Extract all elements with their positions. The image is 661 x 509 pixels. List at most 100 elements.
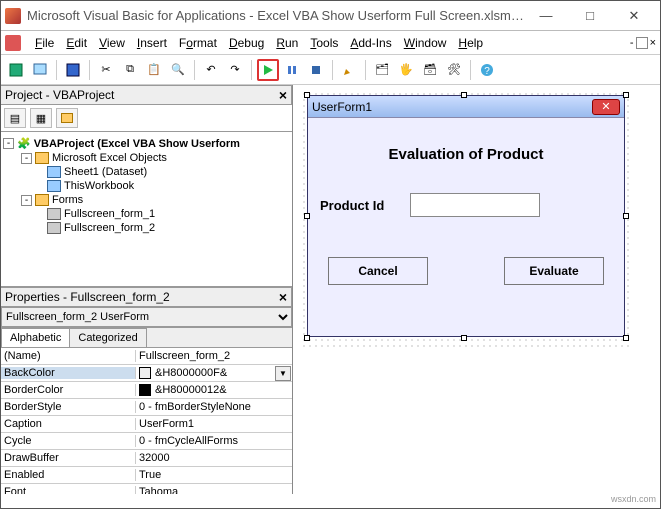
- menu-insert[interactable]: Insert: [131, 34, 173, 52]
- app-icon: [5, 8, 21, 24]
- mdi-restore-icon[interactable]: [636, 37, 648, 49]
- menu-help[interactable]: Help: [452, 34, 489, 52]
- selection-handle[interactable]: [623, 213, 629, 219]
- find-icon[interactable]: 🔍: [167, 59, 189, 81]
- system-menu-icon[interactable]: [5, 35, 21, 51]
- object-browser-icon[interactable]: 🗃: [419, 59, 441, 81]
- selection-handle[interactable]: [461, 335, 467, 341]
- project-panel-header: Project - VBAProject ×: [1, 85, 292, 105]
- maximize-button[interactable]: □: [568, 2, 612, 30]
- tree-form1[interactable]: Fullscreen_form_1: [64, 208, 155, 220]
- tree-form2[interactable]: Fullscreen_form_2: [64, 222, 155, 234]
- selection-handle[interactable]: [623, 92, 629, 98]
- prop-drawbuffer-key: DrawBuffer: [1, 452, 136, 464]
- prop-drawbuffer-val[interactable]: 32000: [136, 452, 292, 464]
- object-selector[interactable]: Fullscreen_form_2 UserForm: [1, 307, 292, 327]
- menu-file[interactable]: File: [29, 34, 60, 52]
- menu-addins[interactable]: Add-Ins: [344, 34, 397, 52]
- watermark: wsxdn.com: [1, 494, 660, 508]
- undo-icon[interactable]: ↶: [200, 59, 222, 81]
- selection-handle[interactable]: [304, 213, 310, 219]
- tab-alphabetic[interactable]: Alphabetic: [1, 328, 70, 347]
- toggle-folders-icon[interactable]: [56, 108, 78, 128]
- userform-close-icon[interactable]: ✕: [592, 99, 620, 115]
- insert-userform-icon[interactable]: [29, 59, 51, 81]
- view-object-icon[interactable]: ▦: [30, 108, 52, 128]
- form-designer[interactable]: UserForm1 ✕ Evaluation of Product Produc…: [293, 85, 660, 494]
- mdi-minimize-icon[interactable]: -: [630, 37, 634, 49]
- menu-run[interactable]: Run: [270, 34, 304, 52]
- copy-icon[interactable]: ⧉: [119, 59, 141, 81]
- toolbar: ✂ ⧉ 📋 🔍 ↶ ↷ 🗂 🖐 🗃 🛠 ?: [1, 55, 660, 85]
- cancel-button[interactable]: Cancel: [328, 257, 428, 285]
- prop-cycle-key: Cycle: [1, 435, 136, 447]
- selection-handle[interactable]: [304, 92, 310, 98]
- cut-icon[interactable]: ✂: [95, 59, 117, 81]
- project-panel-title: Project - VBAProject: [5, 88, 114, 102]
- userform[interactable]: UserForm1 ✕ Evaluation of Product Produc…: [307, 95, 625, 337]
- view-code-icon[interactable]: ▤: [4, 108, 26, 128]
- mdi-close-icon[interactable]: ×: [650, 37, 656, 49]
- svg-text:?: ?: [484, 66, 490, 77]
- menu-view[interactable]: View: [93, 34, 131, 52]
- titlebar: Microsoft Visual Basic for Applications …: [1, 1, 660, 31]
- tree-excel-objects[interactable]: Microsoft Excel Objects: [52, 152, 167, 164]
- project-panel-close-icon[interactable]: ×: [279, 87, 287, 103]
- tab-categorized[interactable]: Categorized: [69, 328, 146, 347]
- design-mode-icon[interactable]: [338, 59, 360, 81]
- prop-borderstyle-val[interactable]: 0 - fmBorderStyleNone: [136, 401, 292, 413]
- prop-enabled-val[interactable]: True: [136, 469, 292, 481]
- prop-bordercolor-val[interactable]: &H80000012&: [136, 384, 292, 396]
- evaluate-button[interactable]: Evaluate: [504, 257, 604, 285]
- view-excel-icon[interactable]: [5, 59, 27, 81]
- minimize-button[interactable]: —: [524, 2, 568, 30]
- prop-font-key: Font: [1, 486, 136, 494]
- project-explorer-icon[interactable]: 🗂: [371, 59, 393, 81]
- properties-panel-header: Properties - Fullscreen_form_2 ×: [1, 287, 292, 307]
- menu-tools[interactable]: Tools: [304, 34, 344, 52]
- prop-name-val[interactable]: Fullscreen_form_2: [136, 350, 292, 362]
- selection-handle[interactable]: [304, 335, 310, 341]
- toolbox-icon[interactable]: 🛠: [443, 59, 465, 81]
- prop-caption-val[interactable]: UserForm1: [136, 418, 292, 430]
- menu-debug[interactable]: Debug: [223, 34, 270, 52]
- selection-handle[interactable]: [461, 92, 467, 98]
- prop-backcolor-key: BackColor: [1, 367, 136, 379]
- save-icon[interactable]: [62, 59, 84, 81]
- prop-caption-key: Caption: [1, 418, 136, 430]
- prop-backcolor-val[interactable]: &H8000000F&▼: [136, 366, 292, 381]
- product-id-label: Product Id: [320, 198, 410, 213]
- userform-heading: Evaluation of Product: [320, 146, 612, 163]
- redo-icon[interactable]: ↷: [224, 59, 246, 81]
- project-tree[interactable]: -🧩 VBAProject (Excel VBA Show Userform -…: [1, 132, 292, 287]
- run-button[interactable]: [257, 59, 279, 81]
- help-icon[interactable]: ?: [476, 59, 498, 81]
- prop-name-key: (Name): [1, 350, 136, 362]
- properties-icon[interactable]: 🖐: [395, 59, 417, 81]
- product-id-input[interactable]: [410, 193, 540, 217]
- userform-caption: UserForm1: [312, 100, 592, 114]
- close-button[interactable]: ✕: [612, 2, 656, 30]
- tree-sheet1[interactable]: Sheet1 (Dataset): [64, 166, 147, 178]
- properties-panel-title: Properties - Fullscreen_form_2: [5, 290, 170, 304]
- menu-format[interactable]: Format: [173, 34, 223, 52]
- tree-forms[interactable]: Forms: [52, 194, 83, 206]
- selection-handle[interactable]: [623, 335, 629, 341]
- tree-thisworkbook[interactable]: ThisWorkbook: [64, 180, 134, 192]
- userform-titlebar: UserForm1 ✕: [308, 96, 624, 118]
- prop-bordercolor-key: BorderColor: [1, 384, 136, 396]
- properties-panel-close-icon[interactable]: ×: [279, 289, 287, 305]
- tree-root[interactable]: VBAProject (Excel VBA Show Userform: [34, 138, 240, 150]
- dropdown-icon[interactable]: ▼: [275, 366, 291, 381]
- reset-icon[interactable]: [305, 59, 327, 81]
- break-icon[interactable]: [281, 59, 303, 81]
- paste-icon[interactable]: 📋: [143, 59, 165, 81]
- properties-grid[interactable]: (Name)Fullscreen_form_2 BackColor&H80000…: [1, 348, 292, 494]
- menu-edit[interactable]: Edit: [60, 34, 93, 52]
- menu-window[interactable]: Window: [398, 34, 453, 52]
- prop-cycle-val[interactable]: 0 - fmCycleAllForms: [136, 435, 292, 447]
- prop-enabled-key: Enabled: [1, 469, 136, 481]
- prop-borderstyle-key: BorderStyle: [1, 401, 136, 413]
- prop-font-val[interactable]: Tahoma: [136, 486, 292, 494]
- window-title: Microsoft Visual Basic for Applications …: [27, 8, 524, 23]
